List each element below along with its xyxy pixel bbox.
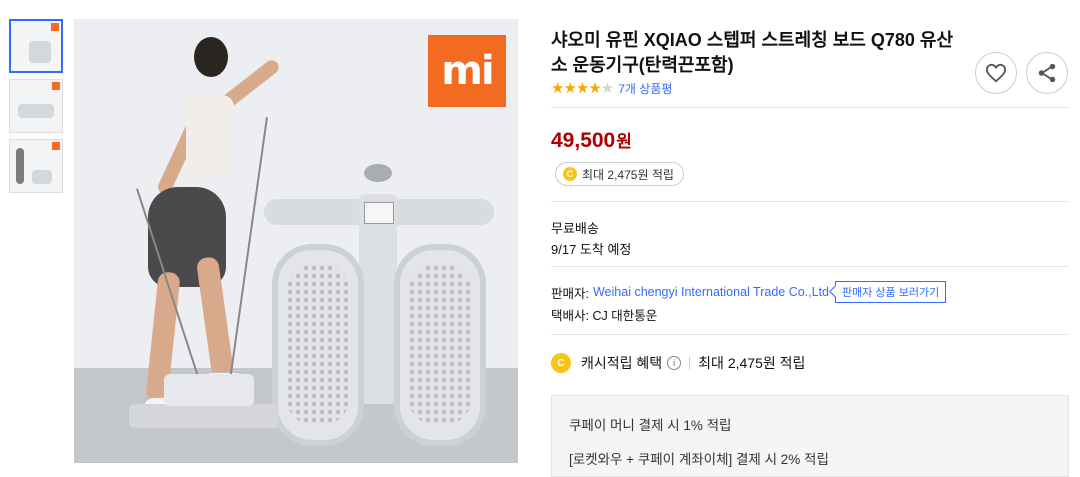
thumbnail-list xyxy=(9,19,65,199)
stepper-thumb xyxy=(18,104,54,118)
benefit-line: [로켓와우 + 쿠페이 계좌이체] 결제 시 2% 적립 xyxy=(569,452,829,467)
price: 49,500원 xyxy=(551,127,632,153)
rating: ★★★★★ 7개 상품평 xyxy=(551,79,672,97)
stepper-thumb xyxy=(29,41,51,63)
coin-icon: C xyxy=(551,353,571,373)
cash-benefit-row: C 캐시적립 혜택 i 최대 2,475원 적립 xyxy=(551,353,805,373)
adjust-knob xyxy=(364,164,392,182)
seller-label: 판매자: xyxy=(551,286,589,301)
mini-stepper xyxy=(129,349,279,439)
center-column xyxy=(359,194,397,404)
main-product-image[interactable]: mi xyxy=(74,19,518,463)
thumbnail-3[interactable] xyxy=(9,139,63,193)
coin-icon: C xyxy=(563,167,577,181)
share-button[interactable] xyxy=(1026,52,1068,94)
divider xyxy=(551,334,1069,335)
mi-logo-mini xyxy=(52,142,60,150)
share-icon xyxy=(1038,63,1056,83)
info-icon[interactable]: i xyxy=(667,356,682,370)
benefit-line: 쿠페이 머니 결제 시 1% 적립 xyxy=(569,418,732,433)
divider xyxy=(551,266,1069,267)
benefit-detail-box: 쿠페이 머니 결제 시 1% 적립 [로켓와우 + 쿠페이 계좌이체] 결제 시… xyxy=(551,395,1069,477)
price-unit: 원 xyxy=(616,132,632,151)
stepper-machine xyxy=(254,164,504,454)
product-title: 샤오미 유핀 XQIAO 스텝퍼 스트레칭 보드 Q780 유산소 운동기구(탄… xyxy=(551,30,954,75)
mi-logo-mini xyxy=(51,23,59,31)
seller-products-button[interactable]: 판매자 상품 보러가기 xyxy=(835,281,947,303)
shipping-label: 무료배송 xyxy=(551,221,599,236)
cash-benefit-title: 캐시적립 혜택 xyxy=(581,355,663,371)
thumbnail-2[interactable] xyxy=(9,79,63,133)
seller-name-link[interactable]: Weihai chengyi International Trade Co.,L… xyxy=(593,285,829,299)
person-torso xyxy=(186,95,234,177)
mi-logo-mini xyxy=(52,82,60,90)
stepper-thumb xyxy=(32,170,52,184)
delivery-date: 9/17 도착 예정 xyxy=(551,242,632,257)
person-head xyxy=(194,37,228,77)
left-pedal xyxy=(272,244,364,446)
courier-info: 택배사: CJ 대한통운 xyxy=(551,309,658,323)
divider xyxy=(551,107,1069,108)
separator xyxy=(689,357,691,369)
right-pedal xyxy=(394,244,486,446)
favorite-button[interactable] xyxy=(975,52,1017,94)
lcd-display xyxy=(364,202,394,224)
heart-icon xyxy=(985,63,1007,83)
person-thumb xyxy=(16,148,24,184)
divider xyxy=(551,201,1069,202)
thumbnail-1[interactable] xyxy=(9,19,63,73)
review-count-link[interactable]: 7개 상품평 xyxy=(618,80,672,97)
cash-benefit-value: 최대 2,475원 적립 xyxy=(698,355,806,371)
seller-row: 판매자: Weihai chengyi International Trade … xyxy=(551,281,947,303)
cash-reward-text: 최대 2,475원 적립 xyxy=(582,167,674,182)
brand-logo: mi xyxy=(428,35,506,107)
cash-reward-badge: C 최대 2,475원 적립 xyxy=(555,162,684,186)
star-rating: ★★★★★ xyxy=(551,80,614,97)
price-value: 49,500 xyxy=(551,129,616,152)
